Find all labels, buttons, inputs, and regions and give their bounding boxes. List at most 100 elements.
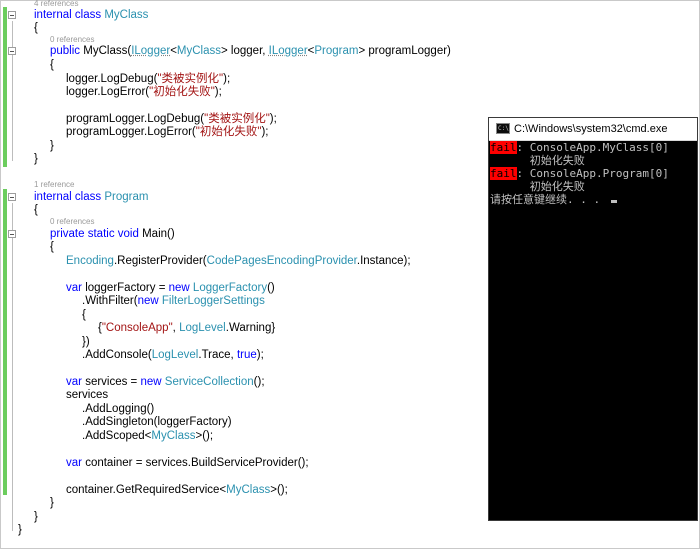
call-token: logger.LogDebug(	[66, 73, 158, 85]
brace-token: }	[50, 140, 54, 152]
code-line: container.GetRequiredService<MyClass>();	[66, 483, 288, 497]
console-line-text: 请按任意键继续. . .	[490, 193, 607, 206]
fail-badge: fail	[490, 141, 517, 154]
code-line: .AddLogging()	[82, 402, 154, 416]
keyword-token: var	[66, 282, 82, 294]
code-line: {"ConsoleApp", LogLevel.Warning}	[98, 321, 275, 335]
keyword-token: true	[236, 349, 257, 361]
call-token: .RegisterProvider(	[113, 255, 207, 267]
console-titlebar[interactable]: C:\ C:\Windows\system32\cmd.exe	[489, 118, 697, 141]
call-token: programLogger.LogDebug(	[66, 113, 205, 125]
keyword-token: internal	[34, 191, 72, 203]
string-token: "初始化失败"	[195, 126, 262, 138]
call-token: .WithFilter(	[82, 295, 138, 307]
collapse-toggle-myclass[interactable]	[8, 11, 16, 19]
console-line-text: : ConsoleApp.Program[0]	[516, 167, 669, 180]
type-token: LoggerFactory	[192, 282, 268, 294]
identifier-token: loggerFactory =	[85, 282, 169, 294]
code-line: .WithFilter(new FilterLoggerSettings	[82, 294, 265, 308]
identifier-token: services	[66, 389, 109, 401]
codelens-references[interactable]: 0 references	[50, 217, 94, 227]
keyword-token: class	[74, 191, 102, 203]
method-token: Main()	[142, 228, 175, 240]
code-line: })	[82, 335, 90, 349]
identifier-token: services =	[85, 376, 141, 388]
brace-token: }	[34, 511, 38, 523]
type-token: Program	[314, 45, 359, 57]
keyword-token: private	[50, 228, 85, 240]
call-token: container.GetRequiredService<	[66, 484, 227, 496]
type-token: Program	[104, 191, 149, 203]
collapse-toggle-program[interactable]	[8, 193, 16, 201]
string-token: "类被实例化"	[157, 73, 224, 85]
code-line: private static void Main()	[50, 227, 175, 241]
code-line: }	[34, 152, 38, 166]
member-token: .Warning}	[225, 322, 276, 334]
brace-token: }	[50, 497, 54, 509]
keyword-token: internal	[34, 9, 72, 21]
type-token: FilterLoggerSettings	[161, 295, 265, 307]
keyword-token: var	[66, 376, 82, 388]
punctuation-token: );	[269, 113, 277, 125]
console-output[interactable]: fail: ConsoleApp.MyClass[0] 初始化失败 fail: …	[489, 140, 697, 520]
call-token: logger.LogError(	[66, 86, 150, 98]
console-line: 初始化失败	[490, 154, 697, 167]
punctuation-token: >();	[195, 430, 214, 442]
string-token: "ConsoleApp"	[101, 322, 173, 334]
change-bar	[3, 189, 7, 495]
console-line: 初始化失败	[490, 180, 697, 193]
code-line: Encoding.RegisterProvider(CodePagesEncod…	[66, 254, 411, 268]
codelens-label[interactable]: 1 reference	[34, 180, 74, 189]
type-token: LogLevel	[151, 349, 199, 361]
type-token: Encoding	[66, 255, 114, 267]
brace-token: {	[34, 204, 38, 216]
type-token: CodePagesEncodingProvider	[206, 255, 357, 267]
type-token: ServiceCollection	[164, 376, 254, 388]
screenshot-frame: 4 references internal class MyClass { 0 …	[0, 0, 700, 549]
punctuation-token: );	[256, 349, 264, 361]
code-line: }	[18, 523, 22, 537]
codelens-label[interactable]: 4 references	[34, 0, 78, 8]
string-token: "初始化失败"	[149, 86, 215, 98]
collapse-toggle-ctor[interactable]	[8, 47, 16, 55]
identifier-token: container = services.BuildServiceProvide…	[85, 457, 309, 469]
code-line: {	[50, 240, 54, 254]
punctuation-token: );	[214, 86, 222, 98]
code-line: programLogger.LogError("初始化失败");	[66, 125, 268, 139]
punctuation-token: >();	[270, 484, 288, 496]
outline-guide	[12, 21, 13, 161]
brace-token: }	[18, 524, 22, 536]
code-line: }	[50, 139, 54, 153]
type-token: ILogger	[268, 45, 308, 57]
punctuation-token: );	[223, 73, 231, 85]
outline-guide	[12, 203, 13, 531]
text-cursor	[610, 200, 617, 203]
keyword-token: public	[50, 45, 81, 57]
change-tracking-gutter	[1, 1, 9, 548]
punctuation-token: <	[170, 45, 177, 57]
code-line: {	[82, 308, 86, 322]
brace-token: }	[34, 153, 38, 165]
codelens-label[interactable]: 0 references	[50, 217, 94, 226]
code-line: {	[34, 203, 38, 217]
code-line: public MyClass(ILogger<MyClass> logger, …	[50, 44, 451, 58]
type-token: MyClass	[104, 9, 149, 21]
type-token: LogLevel	[179, 322, 226, 334]
keyword-token: class	[74, 9, 102, 21]
code-line: services	[66, 388, 108, 402]
param-token: > logger,	[221, 45, 269, 57]
type-token: MyClass	[226, 484, 271, 496]
change-bar	[3, 7, 7, 167]
codelens-references[interactable]: 1 reference	[34, 180, 74, 190]
type-token: ILogger	[131, 45, 171, 57]
keyword-token: var	[66, 457, 82, 469]
type-token: MyClass	[151, 430, 196, 442]
console-line-text: : ConsoleApp.MyClass[0]	[516, 141, 669, 154]
console-line: fail: ConsoleApp.MyClass[0]	[490, 141, 697, 154]
code-line: internal class MyClass	[34, 8, 148, 22]
collapse-toggle-main[interactable]	[8, 230, 16, 238]
codelens-label[interactable]: 0 references	[50, 35, 94, 44]
console-window[interactable]: C:\ C:\Windows\system32\cmd.exe fail: Co…	[488, 117, 698, 521]
punctuation-token: );	[261, 126, 269, 138]
code-line: }	[50, 496, 54, 510]
